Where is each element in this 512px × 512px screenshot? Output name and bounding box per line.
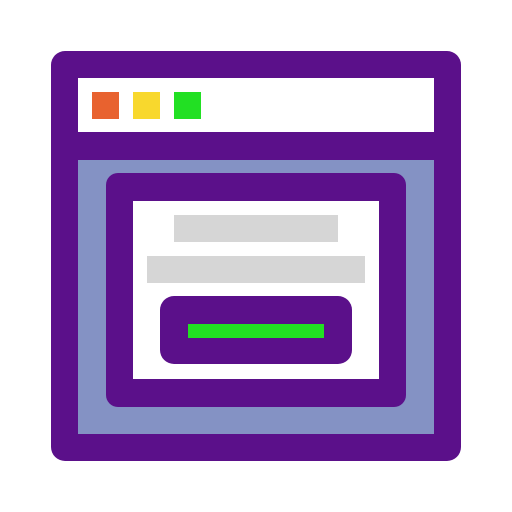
maximize-dot-icon	[174, 92, 201, 119]
minimize-dot-icon	[133, 92, 160, 119]
dialog-text-placeholder-line	[147, 256, 365, 283]
browser-titlebar	[78, 78, 434, 132]
dialog-text-placeholder-line	[174, 215, 338, 242]
close-dot-icon	[92, 92, 119, 119]
button-label-placeholder	[188, 324, 324, 338]
browser-dialog-icon	[0, 0, 512, 512]
